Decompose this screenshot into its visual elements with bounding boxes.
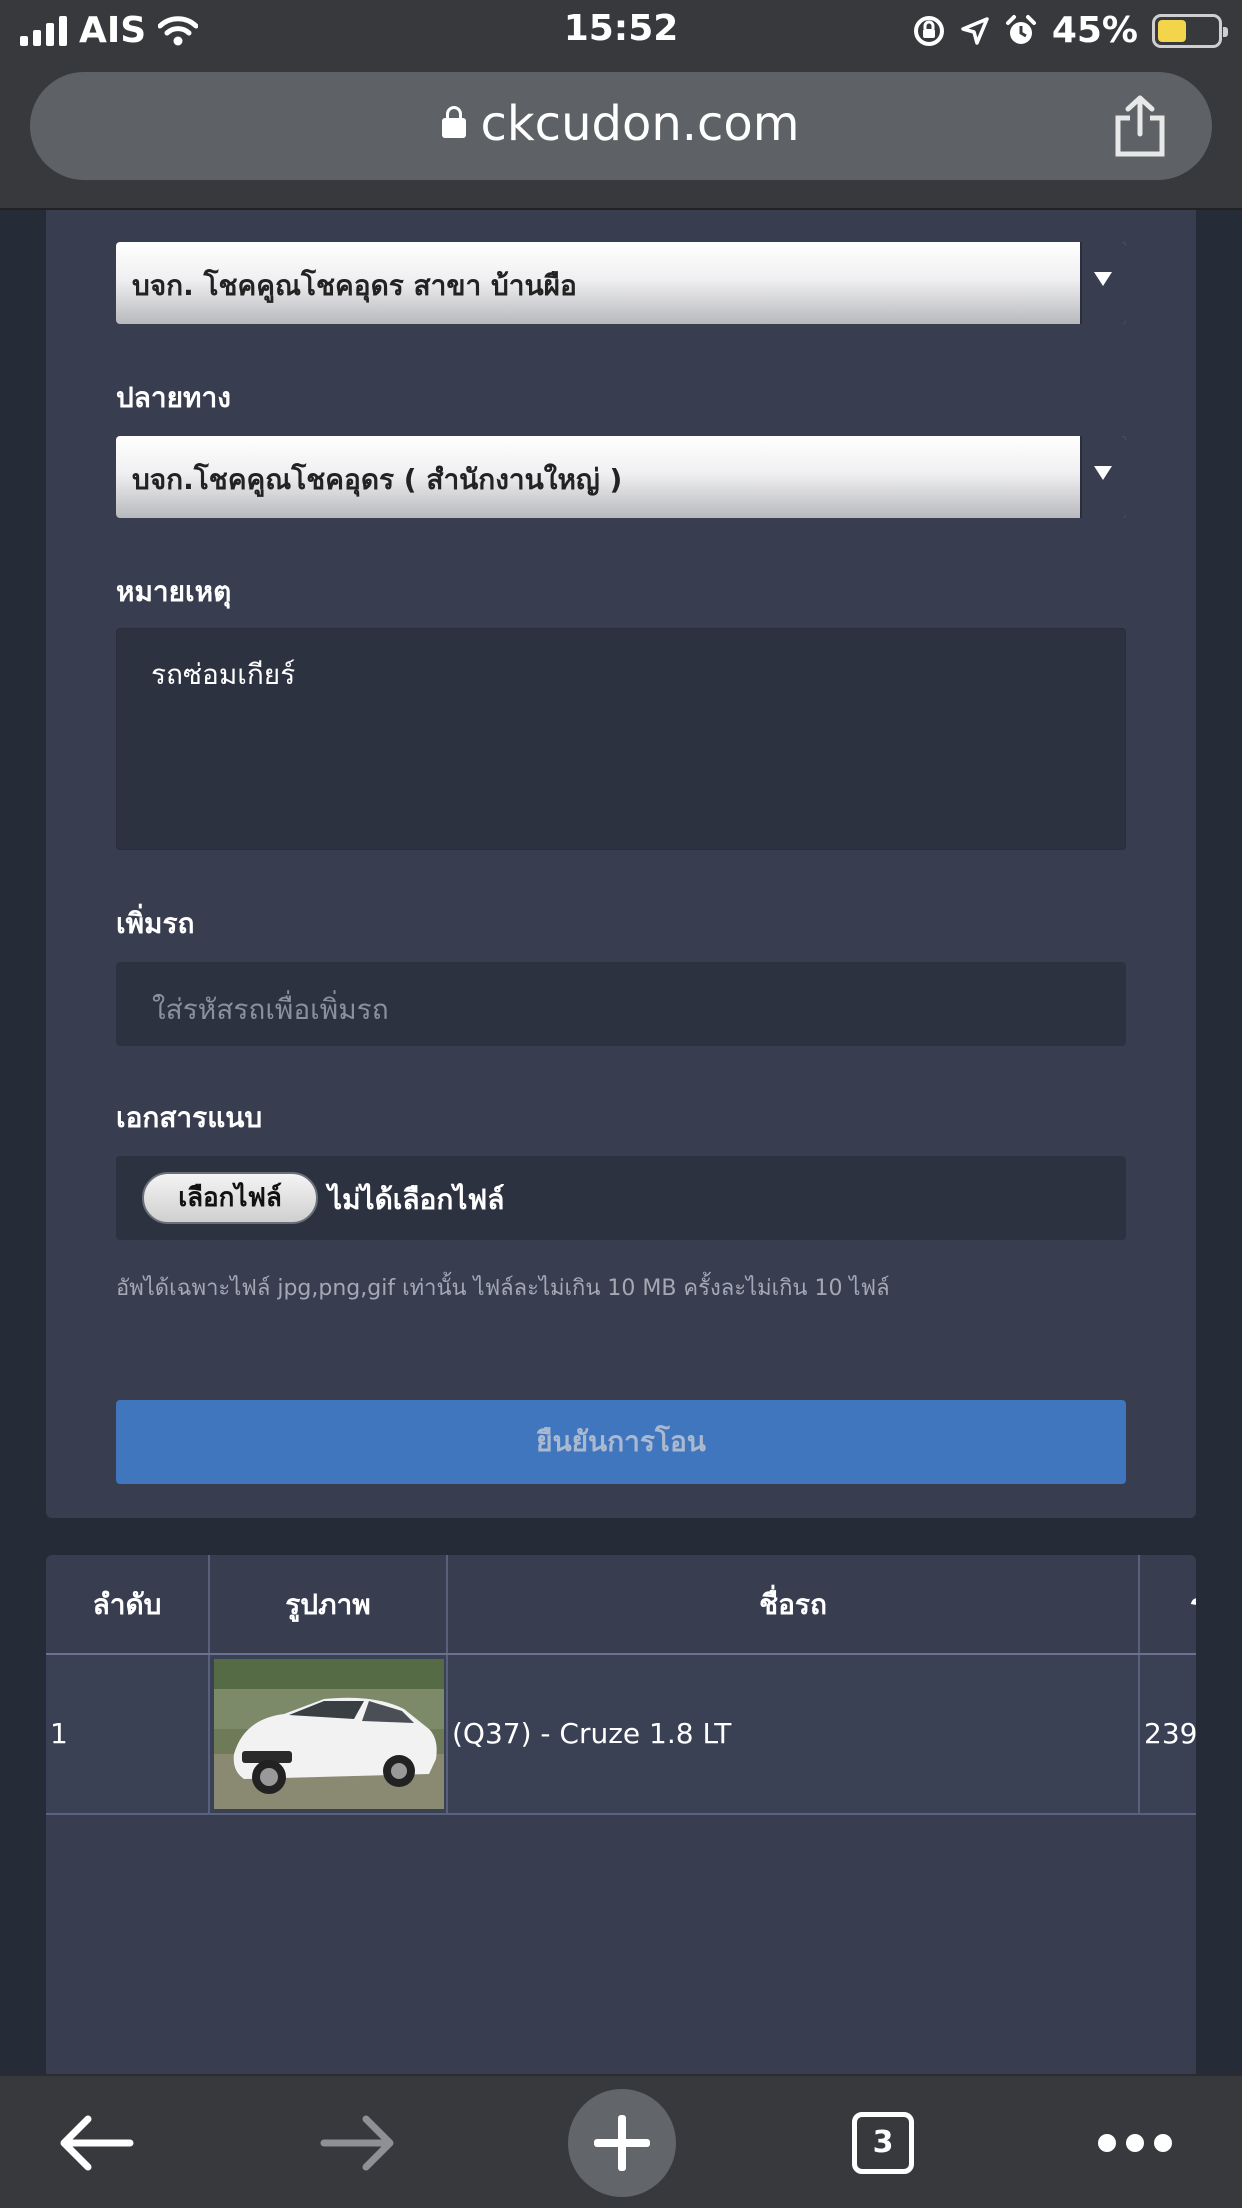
- file-input: เลือกไฟล์ ไม่ได้เลือกไฟล์: [116, 1156, 1126, 1240]
- destination-branch-value: บจก.โชคคูณโชคอุดร ( สำนักงานใหญ่ ): [132, 463, 623, 496]
- tabs-icon: 3: [852, 2112, 914, 2174]
- add-car-label: เพิ่มรถ: [116, 907, 195, 940]
- battery-percent: 45%: [1051, 10, 1138, 51]
- location-icon: [961, 16, 989, 45]
- car-photo[interactable]: [214, 1659, 444, 1809]
- address-bar[interactable]: ckcudon.com: [30, 72, 1212, 180]
- row-image-cell: [210, 1655, 448, 1813]
- column-header-name: ชื่อรถ: [448, 1555, 1140, 1655]
- page-content: บจก. โชคคูณโชคอุดร สาขา บ้านผือ ปลายทาง …: [0, 210, 1242, 2074]
- share-icon[interactable]: [1112, 94, 1168, 158]
- row-extra: 239: [1144, 1717, 1196, 1750]
- upload-hint: อัพได้เฉพาะไฟล์ jpg,png,gif เท่านั้น ไฟล…: [116, 1276, 890, 1301]
- status-right: 45%: [912, 10, 1228, 51]
- url-text: ckcudon.com: [480, 96, 800, 152]
- note-textarea[interactable]: รถซ่อมเกียร์: [116, 628, 1126, 850]
- rotation-lock-icon: [913, 15, 944, 46]
- file-status: ไม่ได้เลือกไฟล์: [328, 1183, 505, 1216]
- back-arrow-icon: [60, 2115, 134, 2171]
- car-code-input[interactable]: ใส่รหัสรถเพื่อเพิ่มรถ: [116, 962, 1126, 1046]
- column-header-image: รูปภาพ: [210, 1555, 448, 1655]
- note-value: รถซ่อมเกียร์: [151, 658, 296, 691]
- note-label: หมายเหตุ: [116, 575, 232, 608]
- car-table: ลำดับ รูปภาพ ชื่อรถ ร 1: [46, 1555, 1196, 2074]
- back-button[interactable]: [40, 2076, 150, 2208]
- origin-branch-value: บจก. โชคคูณโชคอุดร สาขา บ้านผือ: [132, 269, 577, 302]
- forward-arrow-icon: [320, 2115, 394, 2171]
- url-display: ckcudon.com: [30, 96, 1212, 152]
- browser-toolbar: 3: [0, 2074, 1242, 2208]
- alarm-icon: [1005, 14, 1036, 44]
- more-button[interactable]: [1070, 2076, 1200, 2208]
- table-row[interactable]: 1 (Q37) - Cruze 1.8 LT 239: [46, 1655, 1196, 1815]
- new-tab-icon: [568, 2089, 676, 2197]
- status-bar: AIS 15:52 45%: [0, 0, 1242, 62]
- battery-icon: [1152, 13, 1228, 48]
- tabs-button[interactable]: 3: [828, 2076, 938, 2208]
- row-car-name: (Q37) - Cruze 1.8 LT: [448, 1655, 1140, 1813]
- lock-icon: [442, 106, 467, 138]
- column-header-index: ลำดับ: [46, 1555, 210, 1655]
- origin-branch-select[interactable]: บจก. โชคคูณโชคอุดร สาขา บ้านผือ: [116, 242, 1126, 324]
- new-tab-button[interactable]: [567, 2076, 677, 2208]
- forward-button[interactable]: [304, 2076, 414, 2208]
- attachment-label: เอกสารแนบ: [116, 1101, 263, 1134]
- chevron-down-icon: [1080, 242, 1126, 324]
- column-header-extra: ร: [1140, 1555, 1196, 1655]
- confirm-transfer-button[interactable]: ยืนยันการโอน: [116, 1400, 1126, 1484]
- car-code-placeholder: ใส่รหัสรถเพื่อเพิ่มรถ: [152, 993, 389, 1026]
- more-icon: [1098, 2134, 1172, 2152]
- destination-branch-select[interactable]: บจก.โชคคูณโชคอุดร ( สำนักงานใหญ่ ): [116, 436, 1126, 518]
- chevron-down-icon: [1080, 436, 1126, 518]
- choose-file-button[interactable]: เลือกไฟล์: [142, 1172, 318, 1224]
- row-index: 1: [46, 1655, 210, 1813]
- transfer-form-card: บจก. โชคคูณโชคอุดร สาขา บ้านผือ ปลายทาง …: [46, 210, 1196, 1518]
- browser-bar: ckcudon.com: [0, 62, 1242, 210]
- destination-label: ปลายทาง: [116, 381, 231, 414]
